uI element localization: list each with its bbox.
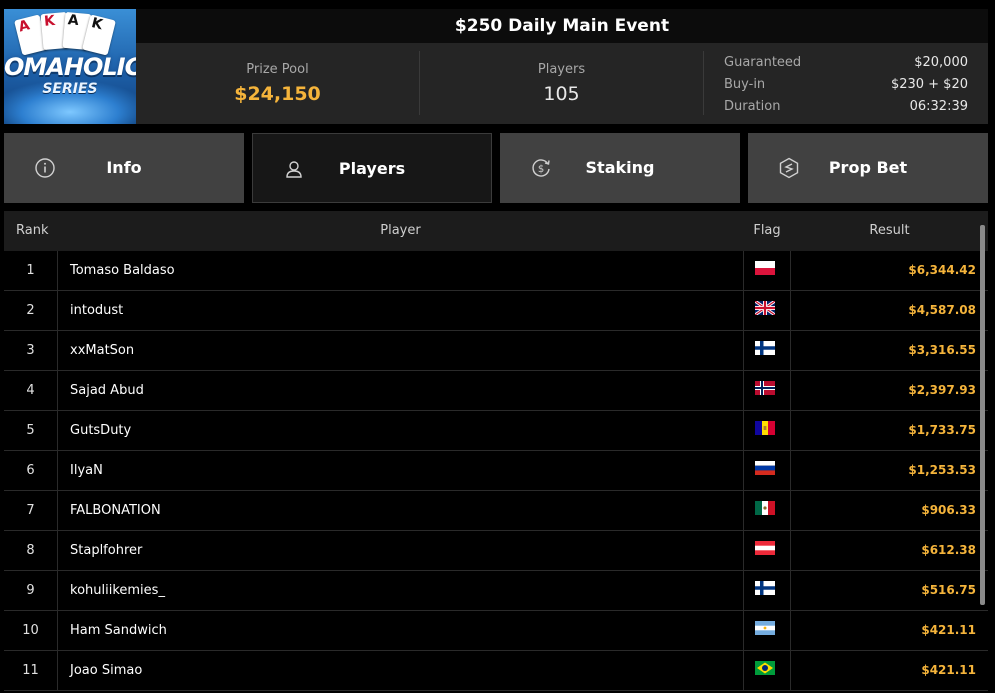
players-value: 105 bbox=[543, 83, 580, 105]
table-scrollbar[interactable] bbox=[980, 225, 985, 605]
table-row[interactable]: 3 xxMatSon $3,316.55 bbox=[4, 331, 988, 371]
player-name-cell[interactable]: FALBONATION bbox=[70, 491, 161, 530]
player-name-cell[interactable]: xxMatSon bbox=[70, 331, 134, 370]
flag-cell bbox=[743, 331, 791, 370]
players-label: Players bbox=[537, 62, 586, 77]
table-row[interactable]: 7 FALBONATION $906.33 bbox=[4, 491, 988, 531]
result-cell: $421.11 bbox=[921, 663, 976, 677]
result-cell: $3,316.55 bbox=[908, 343, 976, 357]
flag-cell bbox=[743, 611, 791, 650]
tournament-info-list: Guaranteed $20,000 Buy-in $230 + $20 Dur… bbox=[724, 52, 968, 118]
rank-cell: 4 bbox=[4, 371, 58, 410]
rank-cell: 6 bbox=[4, 451, 58, 490]
result-cell: $612.38 bbox=[921, 543, 976, 557]
table-row[interactable]: 10 Ham Sandwich $421.11 bbox=[4, 611, 988, 651]
rank-cell: 2 bbox=[4, 291, 58, 330]
players-table[interactable]: Rank Player Flag Result 1 Tomaso Baldaso $… bbox=[4, 211, 988, 693]
buy-in-label: Buy-in bbox=[724, 77, 766, 92]
player-name-cell[interactable]: Tomaso Baldaso bbox=[70, 251, 175, 290]
result-cell: $421.11 bbox=[921, 623, 976, 637]
result-cell: $1,253.53 bbox=[908, 463, 976, 477]
player-name-cell[interactable]: Sajad Abud bbox=[70, 371, 144, 410]
result-cell: $516.75 bbox=[921, 583, 976, 597]
guaranteed-label: Guaranteed bbox=[724, 55, 802, 70]
flag-cell bbox=[743, 491, 791, 530]
rank-cell: 5 bbox=[4, 411, 58, 450]
logo-subtitle: SERIES bbox=[42, 81, 98, 97]
table-header: Rank Player Flag Result bbox=[4, 211, 988, 251]
player-name-cell[interactable]: kohuliikemies_ bbox=[70, 571, 165, 610]
table-row[interactable]: 6 IlyaN $1,253.53 bbox=[4, 451, 988, 491]
flag-cell bbox=[743, 651, 791, 690]
tab-staking[interactable]: $ Staking bbox=[500, 133, 740, 203]
omaholic-series-logo: A K A K OMAHOLIC SERIES bbox=[4, 9, 136, 124]
prize-pool-stat: Prize Pool $24,150 bbox=[136, 43, 419, 124]
rank-cell: 8 bbox=[4, 531, 58, 570]
tab-prop-bet[interactable]: Prop Bet bbox=[748, 133, 988, 203]
column-flag[interactable]: Flag bbox=[743, 211, 791, 251]
divider bbox=[703, 51, 704, 115]
table-row[interactable]: 11 Joao Simao $421.11 bbox=[4, 651, 988, 691]
flag-cell bbox=[743, 371, 791, 410]
flag-cell bbox=[743, 291, 791, 330]
rank-cell: 11 bbox=[4, 651, 58, 690]
player-name-cell[interactable]: IlyaN bbox=[70, 451, 103, 490]
player-name-cell[interactable]: GutsDuty bbox=[70, 411, 131, 450]
prize-pool-value: $24,150 bbox=[234, 83, 321, 105]
result-cell: $2,397.93 bbox=[908, 383, 976, 397]
player-name-cell[interactable]: Ham Sandwich bbox=[70, 611, 167, 650]
result-cell: $4,587.08 bbox=[908, 303, 976, 317]
guaranteed-row: Guaranteed $20,000 bbox=[724, 52, 968, 74]
tab-info-label: Info bbox=[106, 158, 142, 177]
rank-cell: 10 bbox=[4, 611, 58, 650]
flag-cell bbox=[743, 531, 791, 570]
rank-cell: 7 bbox=[4, 491, 58, 530]
tab-staking-label: Staking bbox=[585, 158, 655, 177]
column-result[interactable]: Result bbox=[791, 211, 988, 251]
player-name-cell[interactable]: intodust bbox=[70, 291, 123, 330]
tab-prop-bet-label: Prop Bet bbox=[828, 158, 908, 177]
card-rank: A bbox=[67, 12, 80, 30]
flag-cell bbox=[743, 451, 791, 490]
column-rank[interactable]: Rank bbox=[16, 211, 48, 251]
result-cell: $1,733.75 bbox=[908, 423, 976, 437]
buy-in-row: Buy-in $230 + $20 bbox=[724, 74, 968, 96]
tournament-title: $250 Daily Main Event bbox=[136, 9, 988, 43]
player-name-cell[interactable]: Joao Simao bbox=[70, 651, 142, 690]
duration-value: 06:32:39 bbox=[909, 99, 968, 114]
result-cell: $906.33 bbox=[921, 503, 976, 517]
rank-cell: 1 bbox=[4, 251, 58, 290]
rank-cell: 3 bbox=[4, 331, 58, 370]
tab-players-label: Players bbox=[338, 159, 406, 178]
table-row[interactable]: 8 Staplfohrer $612.38 bbox=[4, 531, 988, 571]
card-rank: A bbox=[16, 17, 32, 36]
flag-cell bbox=[743, 571, 791, 610]
table-row[interactable]: 9 kohuliikemies_ $516.75 bbox=[4, 571, 988, 611]
tab-players[interactable]: Players bbox=[252, 133, 492, 203]
table-row[interactable]: 4 Sajad Abud $2,397.93 bbox=[4, 371, 988, 411]
prize-pool-label: Prize Pool bbox=[246, 62, 309, 77]
table-row[interactable]: 1 Tomaso Baldaso $6,344.42 bbox=[4, 251, 988, 291]
players-stat: Players 105 bbox=[420, 43, 703, 124]
card-rank: K bbox=[43, 12, 56, 30]
buy-in-value: $230 + $20 bbox=[890, 77, 968, 92]
flag-cell bbox=[743, 411, 791, 450]
duration-label: Duration bbox=[724, 99, 781, 114]
result-cell: $6,344.42 bbox=[908, 263, 976, 277]
player-name-cell[interactable]: Staplfohrer bbox=[70, 531, 142, 570]
table-row[interactable]: 5 GutsDuty $1,733.75 bbox=[4, 411, 988, 451]
table-row[interactable]: 2 intodust $4,587.08 bbox=[4, 291, 988, 331]
tournament-stats-bar: Prize Pool $24,150 Players 105 Guarantee… bbox=[136, 43, 988, 124]
rank-cell: 9 bbox=[4, 571, 58, 610]
column-player[interactable]: Player bbox=[58, 211, 743, 251]
guaranteed-value: $20,000 bbox=[914, 55, 968, 70]
card-rank: K bbox=[89, 15, 105, 34]
duration-row: Duration 06:32:39 bbox=[724, 96, 968, 118]
flag-cell bbox=[743, 251, 791, 290]
logo-wordmark: OMAHOLIC bbox=[4, 53, 136, 81]
tab-info[interactable]: Info bbox=[4, 133, 244, 203]
